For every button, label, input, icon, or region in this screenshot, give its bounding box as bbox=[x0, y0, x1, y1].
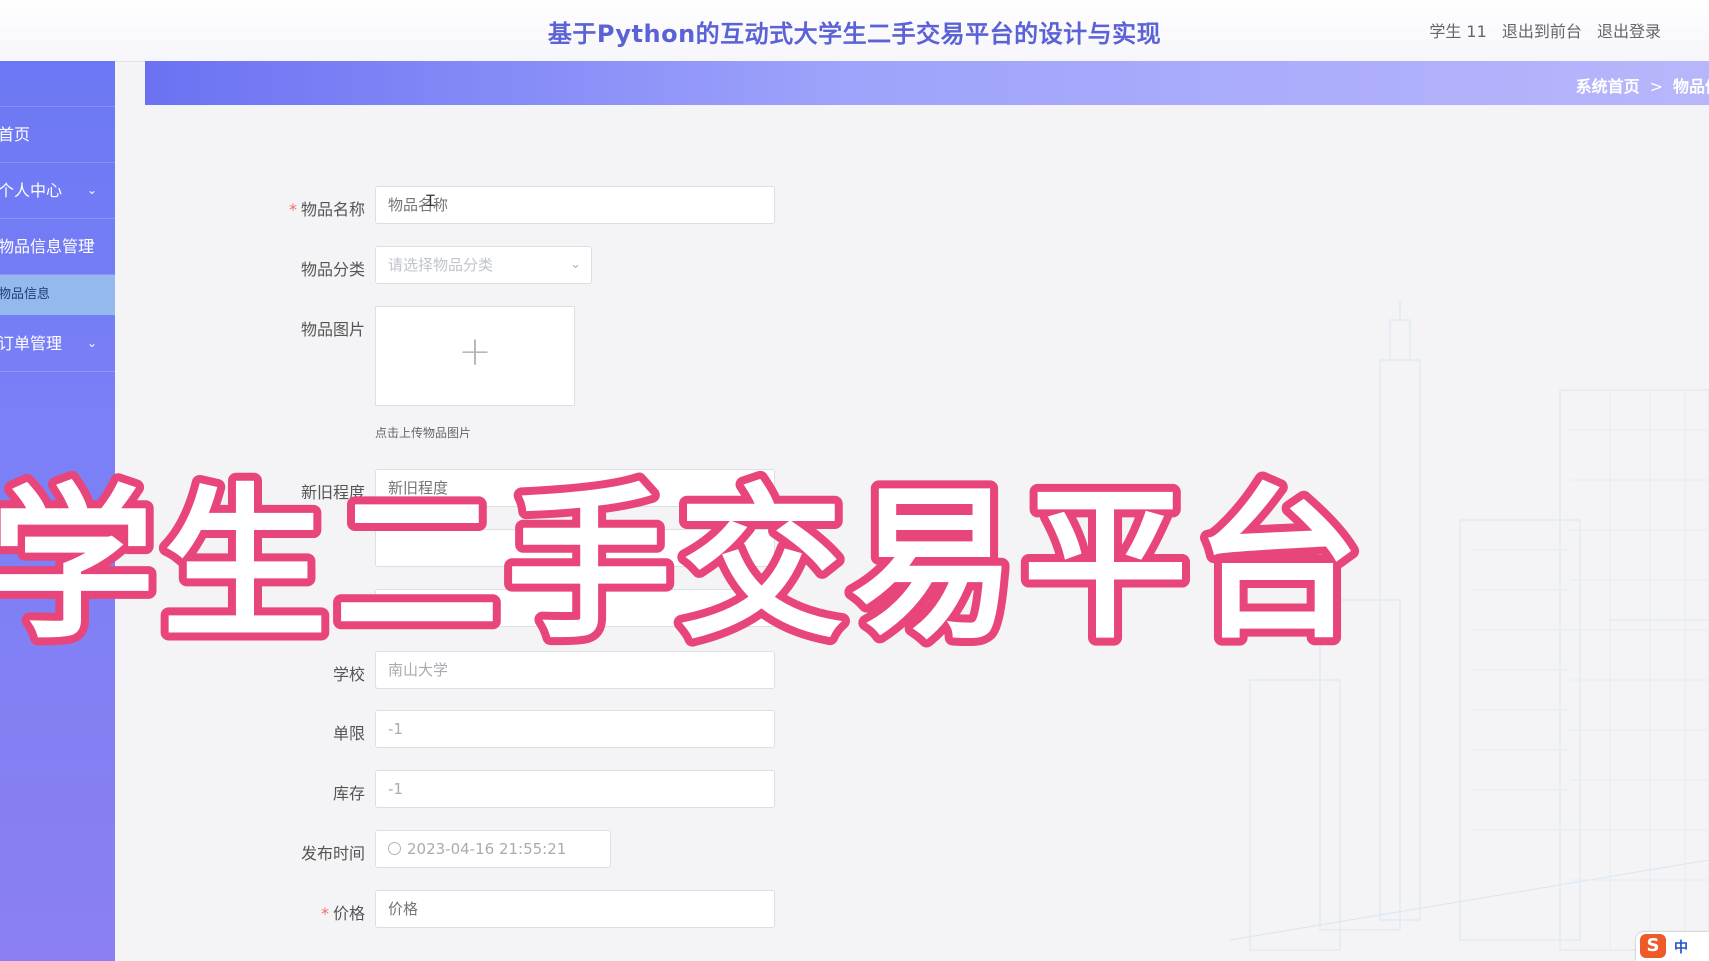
form-row-publish-time: 发布时间 2023-04-16 21:55:21 bbox=[240, 830, 840, 870]
school-label: 学校 bbox=[332, 665, 365, 684]
category-label: 物品分类 bbox=[300, 260, 365, 279]
form-row-name: * 物品名称 bbox=[240, 186, 840, 226]
form-row-limit: 单限 -1 bbox=[240, 710, 840, 750]
top-actions: 学生 11 退出到前台 退出登录 bbox=[1419, 18, 1661, 42]
current-user: 学生 11 bbox=[1429, 22, 1487, 41]
clock-icon bbox=[388, 842, 401, 855]
stock-input[interactable]: -1 bbox=[375, 770, 775, 808]
breadcrumb-home[interactable]: 系统首页 bbox=[1576, 77, 1640, 96]
sidebar-item-home[interactable]: 首页 bbox=[0, 107, 115, 163]
condition-input[interactable] bbox=[375, 469, 775, 507]
price-input[interactable] bbox=[375, 890, 775, 928]
sidebar-item-label: 订单管理 bbox=[0, 334, 63, 353]
publish-time-picker[interactable]: 2023-04-16 21:55:21 bbox=[375, 830, 611, 868]
ime-indicator[interactable]: S 中 bbox=[1636, 932, 1709, 961]
publish-time-value: 2023-04-16 21:55:21 bbox=[407, 840, 567, 858]
logout-link[interactable]: 退出登录 bbox=[1597, 22, 1661, 41]
school-input[interactable]: 南山大学 bbox=[375, 651, 775, 689]
page-banner: 系统首页 > 物品信息 bbox=[145, 61, 1709, 105]
chevron-down-icon: ⌄ bbox=[86, 183, 97, 197]
top-bar: 基于Python的互动式大学生二手交易平台的设计与实现 学生 11 退出到前台 … bbox=[0, 0, 1709, 62]
stock-label: 库存 bbox=[332, 784, 365, 803]
upload-hint: 点击上传物品图片 bbox=[375, 426, 472, 440]
sogou-icon: S bbox=[1640, 934, 1666, 958]
sidebar-item-item-management[interactable]: 物品信息管理 ⌃ bbox=[0, 219, 115, 275]
obscured-input[interactable] bbox=[375, 589, 775, 627]
form-row-price: * 价格 bbox=[240, 890, 840, 930]
breadcrumb: 系统首页 > 物品信息 bbox=[1576, 73, 1709, 97]
obscured-input[interactable] bbox=[375, 529, 775, 567]
name-label: * 物品名称 bbox=[288, 200, 365, 219]
item-name-input[interactable] bbox=[375, 186, 775, 224]
form-row-category: 物品分类 请选择物品分类 ⌄ bbox=[240, 246, 840, 286]
form-row-stock: 库存 -1 bbox=[240, 770, 840, 810]
limit-input[interactable]: -1 bbox=[375, 710, 775, 748]
condition-label: 新旧程度 bbox=[300, 483, 365, 502]
chevron-down-icon: ⌄ bbox=[570, 257, 581, 272]
breadcrumb-current: 物品信息 bbox=[1673, 77, 1709, 96]
sidebar-item-label: 首页 bbox=[0, 125, 31, 144]
front-link[interactable]: 退出到前台 bbox=[1502, 22, 1582, 41]
required-mark: * bbox=[320, 904, 329, 923]
sidebar-subitem-label: 物品信息 bbox=[0, 287, 51, 302]
form-row-hidden-2 bbox=[240, 589, 840, 629]
sidebar-item-order-management[interactable]: 订单管理 ⌄ bbox=[0, 316, 115, 372]
ime-mode: 中 bbox=[1674, 940, 1688, 956]
image-upload-box[interactable]: + bbox=[375, 306, 575, 406]
sidebar-subitem-item-info[interactable]: 物品信息 bbox=[0, 275, 115, 315]
sidebar: 首页 个人中心 ⌄ 物品信息管理 ⌃ 物品信息 订单管理 ⌄ bbox=[0, 61, 115, 961]
sidebar-item-label: 个人中心 bbox=[0, 181, 63, 200]
required-mark: * bbox=[288, 200, 297, 219]
breadcrumb-separator: > bbox=[1649, 77, 1663, 96]
city-background-illustration bbox=[1230, 300, 1709, 951]
image-label: 物品图片 bbox=[300, 320, 365, 339]
limit-label: 单限 bbox=[332, 724, 365, 743]
category-placeholder: 请选择物品分类 bbox=[388, 256, 494, 274]
form-row-hidden-1 bbox=[240, 529, 840, 569]
sidebar-item-personal-center[interactable]: 个人中心 ⌄ bbox=[0, 163, 115, 219]
text-cursor-icon: Ɪ bbox=[426, 191, 435, 210]
category-select[interactable]: 请选择物品分类 ⌄ bbox=[375, 246, 592, 284]
sidebar-spacer bbox=[0, 61, 115, 107]
publish-time-label: 发布时间 bbox=[300, 844, 365, 863]
sidebar-item-label: 物品信息管理 bbox=[0, 237, 95, 256]
plus-icon: + bbox=[458, 329, 492, 375]
form-row-school: 学校 南山大学 bbox=[240, 651, 840, 691]
form-row-condition: 新旧程度 bbox=[240, 469, 840, 509]
chevron-down-icon: ⌄ bbox=[86, 336, 97, 350]
price-label: * 价格 bbox=[320, 904, 365, 923]
chevron-up-icon: ⌃ bbox=[86, 239, 97, 253]
